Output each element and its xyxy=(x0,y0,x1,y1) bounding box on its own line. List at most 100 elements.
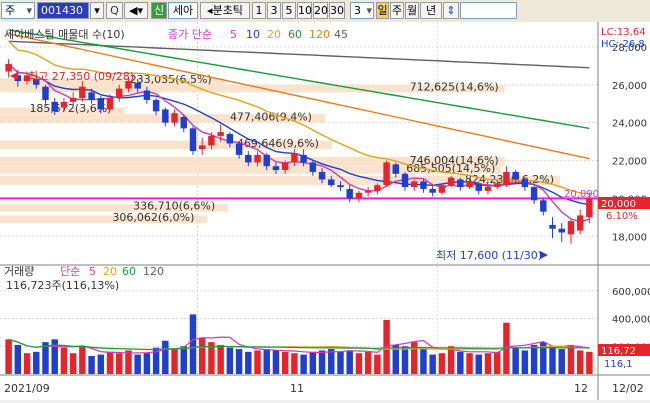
candle-body xyxy=(300,154,307,163)
volume-bar xyxy=(217,344,224,374)
frequency-month[interactable]: 월 xyxy=(405,2,419,19)
frequency-week[interactable]: 주 xyxy=(390,2,404,19)
candle-body xyxy=(364,190,372,193)
candle-body xyxy=(438,185,446,193)
upper-ref-label: 20,090 xyxy=(564,189,599,200)
candle-body xyxy=(540,200,547,212)
zoom-search-icon[interactable]: Q xyxy=(106,2,123,19)
trust-badge[interactable]: 신 xyxy=(151,2,167,19)
volume-bar xyxy=(355,353,363,374)
chevron-down-icon: ▾ xyxy=(366,4,372,17)
x-label-start: 2021/09 xyxy=(4,382,50,395)
volume-ma5-line xyxy=(8,336,590,354)
volume-bar xyxy=(337,351,344,374)
speaker-icon[interactable]: ◀▾ xyxy=(124,2,148,19)
volume-tick-label: 400,000 xyxy=(612,315,650,326)
period-button-5[interactable]: 5 xyxy=(282,2,296,19)
volume-bar xyxy=(466,353,473,374)
price-panel-title: 세아베스틸 매물대 수(10) xyxy=(4,28,125,41)
volume-bar xyxy=(125,350,132,374)
volume-bar xyxy=(235,349,243,374)
candle-body xyxy=(263,154,270,167)
toolbar: 주 ▾ 001430 ▾ Q ◀▾ 신 세아 ◂분초틱 1 3 5 10 20 … xyxy=(0,0,650,23)
market-select[interactable]: 주 ▾ xyxy=(1,2,35,19)
volume-bar xyxy=(106,351,114,374)
vol-ma-period-5: 5 xyxy=(89,265,96,278)
market-label: 주 xyxy=(5,4,16,17)
volume-bar xyxy=(291,353,298,374)
dropdown-arrow-icon[interactable]: ▾ xyxy=(90,2,104,19)
volume-bar xyxy=(328,349,335,374)
candle-body xyxy=(466,181,473,188)
candle-body xyxy=(116,88,123,99)
period-button-3[interactable]: 3 xyxy=(267,2,281,19)
ma-period-120: 120 xyxy=(309,28,330,41)
volume-bar xyxy=(309,351,317,374)
frequency-year[interactable]: 년 xyxy=(420,2,442,19)
volume-bar xyxy=(374,354,381,374)
volume-bar xyxy=(272,350,280,374)
current-volume-b: 116,1 xyxy=(604,359,633,370)
x-label-end: 12/02 xyxy=(612,382,644,395)
volume-bar xyxy=(189,314,197,374)
moving-average-lines xyxy=(0,29,598,223)
volume-bar xyxy=(493,351,501,374)
volume-bar xyxy=(226,347,234,374)
hc-label: HC:-26,8 xyxy=(601,39,645,50)
volume-bar xyxy=(318,350,326,374)
candle-body xyxy=(171,113,178,123)
volume-bar xyxy=(457,351,464,374)
period-button-20[interactable]: 20 xyxy=(313,2,328,19)
candle-body xyxy=(69,98,77,102)
candle-body xyxy=(429,188,436,193)
current-change-label: 6.10% xyxy=(606,211,638,222)
count-select[interactable]: 3 ▾ xyxy=(350,2,374,19)
day-dropdown[interactable]: 일 xyxy=(376,2,389,19)
candle-body xyxy=(493,183,501,188)
period-button-10[interactable]: 10 xyxy=(297,2,312,19)
search-input[interactable] xyxy=(460,2,517,19)
volume-bar xyxy=(88,355,95,374)
high-annotation: 최고 27,350 (09/28) xyxy=(28,70,134,83)
candle-body xyxy=(143,90,151,100)
candle-body xyxy=(226,134,234,144)
volume-bar xyxy=(281,351,289,374)
candle-body xyxy=(521,179,529,188)
candle-body xyxy=(318,171,326,180)
period-button-30[interactable]: 30 xyxy=(329,2,345,19)
price-tick-label: 22,000 xyxy=(612,157,647,168)
tick-mode-button[interactable]: ◂분초틱 xyxy=(200,2,250,19)
volume-bar xyxy=(429,354,436,374)
volume-bar xyxy=(447,346,455,374)
candle-body xyxy=(189,128,197,152)
price-tick-label: 24,000 xyxy=(612,119,647,130)
current-price-label: 20,000 xyxy=(601,199,636,210)
volume-bar xyxy=(180,346,187,374)
volume-bar xyxy=(254,350,261,374)
chart-frame: 712,625(14,6%) 233,035(6,5%) 185,572(3,6%)… xyxy=(0,22,650,400)
volume-bar xyxy=(558,349,565,374)
ma-period-45: 45 xyxy=(334,28,348,41)
volume-summary: 116,723주(116,13%) xyxy=(6,279,119,292)
volume-bar xyxy=(576,350,584,374)
scroll-arrows-icon[interactable]: ⇕ xyxy=(443,2,459,19)
candle-body xyxy=(328,179,335,186)
candle-body xyxy=(355,192,363,199)
period-button-1[interactable]: 1 xyxy=(252,2,266,19)
candle-body xyxy=(162,109,169,123)
candle-body xyxy=(291,152,298,163)
chevron-down-icon: ▾ xyxy=(26,4,32,17)
ma-period-20: 20 xyxy=(267,28,281,41)
candle-body xyxy=(180,116,187,129)
volume-bar xyxy=(530,344,538,374)
candle-body xyxy=(60,101,68,108)
volume-bar xyxy=(263,349,270,374)
candle-body xyxy=(484,187,492,191)
volume-bar xyxy=(198,337,206,374)
candle-body xyxy=(457,179,464,188)
stock-chart: 712,625(14,6%)233,035(6,5%)185,572(3,6%)… xyxy=(0,22,650,400)
stock-code-input[interactable]: 001430 xyxy=(37,2,89,19)
volume-bar xyxy=(97,354,105,374)
candle-body xyxy=(576,215,584,231)
candle-body xyxy=(5,63,12,72)
